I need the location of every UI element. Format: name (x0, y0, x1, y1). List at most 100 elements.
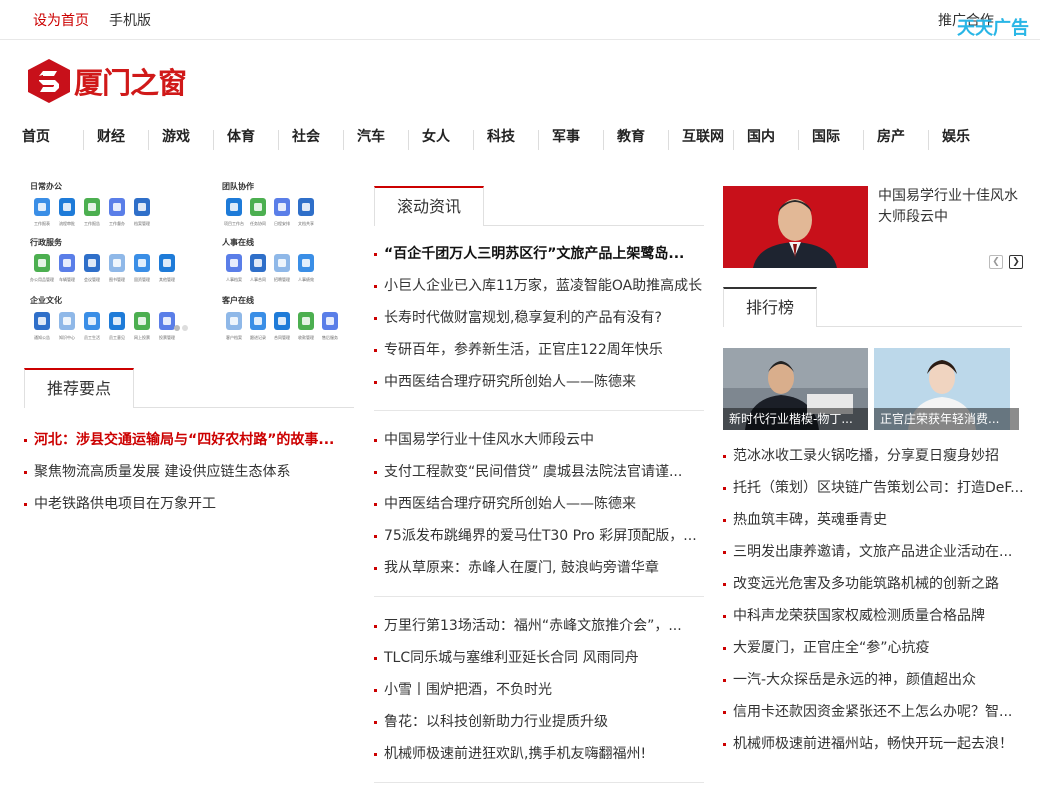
office-app-glyph (38, 317, 46, 325)
office-group-title: 行政服务 (29, 237, 63, 247)
carousel-dot[interactable] (174, 325, 180, 331)
office-app-label: 通知公告 (34, 334, 50, 340)
office-app-glyph (88, 203, 96, 211)
list-item[interactable]: 信用卡还款因资金紧张还不上怎么办呢？智... (723, 696, 1025, 728)
nav-item[interactable]: 军事 (552, 122, 580, 152)
scroll-news-tab[interactable]: 滚动资讯 (374, 186, 485, 226)
feature-title[interactable]: 中国易学行业十佳风水大师段云中 (878, 186, 1028, 228)
list-item[interactable]: 支付工程款变“民间借贷” 虞城县法院法官请谨... (374, 456, 704, 488)
nav-item[interactable]: 科技 (487, 122, 515, 152)
ranking-list: 范冰冰收工录火锅吃播，分享夏日瘦身妙招 托托（策划）区块链广告策划公司：打造DeF… (723, 440, 1025, 760)
nav-item[interactable]: 娱乐 (942, 122, 970, 152)
chevron-right-icon[interactable]: ❯ (1009, 255, 1023, 269)
list-item[interactable]: 三明发出康养邀请，文旅产品进企业活动在... (723, 536, 1025, 568)
list-item[interactable]: “百企千团万人三明苏区行”文旅产品上架鹭岛... (374, 238, 704, 270)
nav-item[interactable]: 互联网 (682, 122, 724, 152)
list-item[interactable]: 小巨人企业已入库11万家，蓝凌智能OA助推高成长 (374, 270, 704, 302)
office-app-label: 员工意见 (109, 334, 125, 340)
nav-item[interactable]: 社会 (292, 122, 320, 152)
office-app-banner[interactable]: 日常办公 工作报表 流程审批 工作报告 工作督办 档案管理 团队协作 项目工作台 任务协同 日程安… (24, 178, 354, 348)
ranking-thumb[interactable]: 新时代行业楷模-物丁... (723, 348, 868, 430)
office-app-glyph (113, 317, 121, 325)
list-item[interactable]: 中西医结合理疗研究所创始人——陈德来 (374, 488, 704, 520)
list-item[interactable]: 改变远光危害及多功能筑路机械的创新之路 (723, 568, 1025, 600)
nav-separator (408, 130, 409, 150)
office-app-illustration: 日常办公工作报表 流程审批 工作报告 工作督办 档案管理 团队协作项目工作台 任务协同 日程安… (29, 181, 338, 340)
office-app-label: 车辆管理 (59, 276, 75, 282)
carousel-dot[interactable] (182, 325, 188, 331)
list-item[interactable]: 聚焦物流高质量发展 建设供应链生态体系 (24, 456, 354, 488)
list-item[interactable]: 热血筑丰碑，英魂垂青史 (723, 504, 1025, 536)
nav-separator (668, 130, 669, 150)
office-app-label: 售后服务 (322, 334, 338, 340)
scroll-news-list: 万里行第13场活动：福州“赤峰文旅推介会”，... TLC同乐城与塞维利亚延长合同… (374, 610, 704, 770)
list-item[interactable]: 中科声龙荣获国家权威检测质量合格品牌 (723, 600, 1025, 632)
chevron-left-icon[interactable]: ❮ (989, 255, 1003, 269)
nav-item[interactable]: 国内 (747, 122, 775, 152)
nav-item[interactable]: 游戏 (162, 122, 190, 152)
nav-separator (213, 130, 214, 150)
list-item[interactable]: 小雪丨围炉把酒，不负时光 (374, 674, 704, 706)
list-item[interactable]: 范冰冰收工录火锅吃播，分享夏日瘦身妙招 (723, 440, 1025, 472)
nav-separator (278, 130, 279, 150)
recommend-header: 推荐要点 (24, 368, 354, 408)
list-item[interactable]: 万里行第13场活动：福州“赤峰文旅推介会”，... (374, 610, 704, 642)
office-app-glyph (326, 317, 334, 325)
list-item[interactable]: 中西医结合理疗研究所创始人——陈德来 (374, 366, 704, 398)
ranking-header: 排行榜 (723, 287, 1022, 327)
list-item[interactable]: 机械师极速前进福州站，畅快开玩一起去浪！ (723, 728, 1025, 760)
scroll-news-header: 滚动资讯 (374, 186, 704, 226)
list-item[interactable]: 大爱厦门，正官庄全“参”心抗疫 (723, 632, 1025, 664)
list-item[interactable]: 中老铁路供电项目在万象开工 (24, 488, 354, 520)
nav-item[interactable]: 首页 (22, 122, 50, 152)
ad-label[interactable]: 天天广告 (957, 14, 1029, 40)
office-app-label: 收款管理 (298, 334, 314, 340)
set-homepage-link[interactable]: 设为首页 (33, 10, 89, 30)
list-item[interactable]: 托托（策划）区块链广告策划公司：打造DeF... (723, 472, 1025, 504)
office-app-glyph (302, 317, 310, 325)
site-logo[interactable]: 厦门之窗 (26, 58, 187, 104)
logo-text: 厦门之窗 (74, 66, 187, 100)
ranking-tab[interactable]: 排行榜 (723, 287, 818, 327)
office-group-title: 日常办公 (30, 181, 62, 191)
office-app-label: 其他管理 (159, 276, 175, 282)
list-item[interactable]: 一汽-大众探岳是永远的神，颜值超出众 (723, 664, 1025, 696)
office-app-label: 办公用品管理 (30, 276, 54, 282)
recommend-list: 河北：涉县交通运输局与“四好农村路”的故事... 聚焦物流高质量发展 建设供应链生… (24, 424, 354, 520)
nav-item[interactable]: 体育 (227, 122, 255, 152)
list-item[interactable]: 机械师极速前进狂欢趴,携手机友嗨翻福州! (374, 738, 704, 770)
list-item[interactable]: 鲁花：以科技创新助力行业提质升级 (374, 706, 704, 738)
list-item[interactable]: 中国易学行业十佳风水大师段云中 (374, 424, 704, 456)
list-item[interactable]: 我从草原来：赤峰人在厦门, 鼓浪屿旁谱华章 (374, 552, 704, 584)
top-bar: 设为首页 手机版 推广合作 天天广告 (0, 0, 1040, 40)
portrait-image (723, 186, 868, 268)
office-app-glyph (230, 203, 238, 211)
list-item[interactable]: 长寿时代做财富规划,稳享复利的产品有没有? (374, 302, 704, 334)
main-nav: 首页 财经 游戏 体育 社会 汽车 女人 科技 军事 教育 互联网 国内 国际 房产 娱乐 (0, 122, 1040, 152)
nav-item[interactable]: 房产 (877, 122, 905, 152)
office-app-glyph (138, 259, 146, 267)
recommend-tab[interactable]: 推荐要点 (24, 368, 135, 408)
list-item[interactable]: TLC同乐城与塞维利亚延长合同 风雨同舟 (374, 642, 704, 674)
office-app-label: 网上投票 (134, 334, 150, 340)
office-app-glyph (113, 203, 121, 211)
nav-separator (538, 130, 539, 150)
office-app-glyph (163, 317, 171, 325)
office-app-label: 固资管理 (134, 276, 150, 282)
feature-photo[interactable] (723, 186, 868, 268)
nav-item[interactable]: 女人 (422, 122, 450, 152)
list-divider (374, 782, 704, 783)
nav-item[interactable]: 教育 (617, 122, 645, 152)
logo-mark-icon (28, 59, 70, 103)
list-item[interactable]: 75派发布跳绳界的爱马仕T30 Pro 彩屏顶配版，... (374, 520, 704, 552)
office-group-title: 企业文化 (29, 295, 62, 305)
nav-separator (603, 130, 604, 150)
ranking-thumb[interactable]: 正官庄荣获年轻消费... (874, 348, 1019, 430)
office-app-label: 日程安排 (274, 220, 290, 226)
nav-item[interactable]: 国际 (812, 122, 840, 152)
list-item[interactable]: 专研百年，参养新生活，正官庄122周年快乐 (374, 334, 704, 366)
list-item[interactable]: 河北：涉县交通运输局与“四好农村路”的故事... (24, 424, 354, 456)
mobile-version-link[interactable]: 手机版 (109, 10, 151, 30)
nav-item[interactable]: 汽车 (357, 122, 385, 152)
nav-item[interactable]: 财经 (97, 122, 125, 152)
